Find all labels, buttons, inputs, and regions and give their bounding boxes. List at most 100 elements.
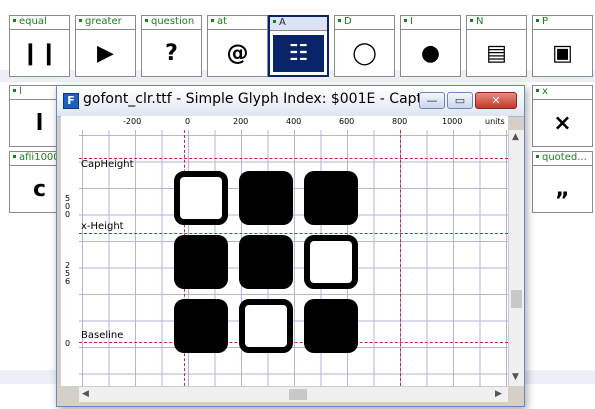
glyph-cell-greater[interactable]: greater ▶ <box>75 15 136 77</box>
book-icon: ▤ <box>486 40 507 66</box>
cell-name: greater <box>85 16 122 27</box>
ruler-units: units <box>485 117 505 126</box>
ruler-label: 600 <box>339 117 355 126</box>
ruler-label: 400 <box>286 117 302 126</box>
glyph-cell-label: P <box>533 16 592 30</box>
speech-bubble-icon: ◯ <box>352 40 377 66</box>
cell-marker-icon <box>470 18 473 22</box>
ruler-label: 2 <box>65 261 71 270</box>
cell-marker-icon <box>338 18 341 22</box>
cell-marker-icon <box>79 18 82 22</box>
globe-icon: ● <box>420 40 441 66</box>
glyph-cell-label: greater <box>76 16 135 30</box>
scroll-left-icon[interactable]: ◀ <box>82 389 89 399</box>
glyph-cell-quoted-[interactable]: quoted... „ <box>532 151 593 213</box>
window-title: gofont_clr.ttf - Simple Glyph Index: $00… <box>83 91 423 107</box>
scroll-thumb[interactable] <box>511 290 522 308</box>
ruler-label: 0 <box>65 210 71 219</box>
cell-marker-icon <box>13 154 16 158</box>
horizontal-scrollbar[interactable]: ◀ ▶ <box>79 386 508 402</box>
cell-name: P <box>542 16 549 27</box>
filled-square-contour[interactable] <box>304 299 358 353</box>
filled-square-contour[interactable] <box>174 235 228 289</box>
xheight-guide <box>79 233 508 234</box>
vertical-ruler: 5 0 0 2 5 6 0 <box>61 130 80 386</box>
ruler-label: 5 <box>65 269 71 278</box>
ruler-label: 0 <box>185 117 191 126</box>
question-icon: ? <box>165 40 178 66</box>
hollow-square-contour[interactable] <box>304 235 358 289</box>
scroll-up-icon[interactable]: ▲ <box>512 132 519 142</box>
glyph-cell-label: N <box>467 16 526 30</box>
hollow-square-contour[interactable] <box>174 171 228 225</box>
pause-icon: ❙❙ <box>21 40 58 66</box>
glyph-cell-label: equal <box>10 16 69 30</box>
glyph-window: F gofont_clr.ttf - Simple Glyph Index: $… <box>56 85 525 407</box>
cell-name: D <box>344 16 352 27</box>
xheight-label: x-Height <box>81 221 124 232</box>
filled-square-contour[interactable] <box>174 299 228 353</box>
ruler-label: 0 <box>65 202 71 211</box>
cell-marker-icon <box>211 18 214 22</box>
glyph-cell-i[interactable]: I ● <box>400 15 461 77</box>
advance-guide <box>400 130 401 386</box>
cell-marker-icon <box>404 18 407 22</box>
title-bar[interactable]: F gofont_clr.ttf - Simple Glyph Index: $… <box>57 86 524 117</box>
glyph-cell-p[interactable]: P ▣ <box>532 15 593 77</box>
grid-icon: ☷ <box>273 35 324 72</box>
image-icon: ▣ <box>552 40 573 66</box>
glyph-cell-a[interactable]: A ☷ <box>268 15 329 77</box>
glyph-cell-question[interactable]: question? <box>141 15 202 77</box>
minimize-button[interactable]: — <box>419 92 445 109</box>
maximize-button[interactable]: ▭ <box>447 92 473 109</box>
glyph-canvas[interactable]: CapHeight x-Height Baseline <box>79 130 508 386</box>
glyph-preview: „ <box>555 176 570 202</box>
cell-name: question <box>151 16 195 27</box>
ruler-label: 5 <box>65 194 71 203</box>
scroll-right-icon[interactable]: ▶ <box>495 389 502 399</box>
resize-grip[interactable] <box>508 386 523 401</box>
search-at-icon: @ <box>226 40 249 66</box>
ruler-label: 0 <box>65 339 71 348</box>
cell-marker-icon <box>536 154 539 158</box>
glyph-cell-label: question <box>142 16 201 30</box>
glyph-cell-label: at <box>208 16 267 30</box>
app-icon[interactable]: F <box>63 93 79 109</box>
cell-marker-icon <box>13 18 16 22</box>
baseline-label: Baseline <box>81 330 124 341</box>
horizontal-ruler: -200 0 200 400 600 800 1000 units <box>61 116 508 131</box>
close-button[interactable]: ✕ <box>475 92 517 109</box>
cell-marker-icon <box>273 19 276 23</box>
scroll-thumb[interactable] <box>289 389 307 400</box>
hollow-square-contour[interactable] <box>239 299 293 353</box>
filled-square-contour[interactable] <box>239 171 293 225</box>
filled-square-contour[interactable] <box>304 171 358 225</box>
scroll-down-icon[interactable]: ▼ <box>512 372 519 382</box>
glyph-preview: × <box>553 110 572 136</box>
capheight-label: CapHeight <box>81 159 134 170</box>
cell-name: equal <box>19 16 47 27</box>
cell-name: at <box>217 16 228 27</box>
glyph-cell-d[interactable]: D ◯ <box>334 15 395 77</box>
glyph-cell-equal[interactable]: equal ❙❙ <box>9 15 70 77</box>
baseline-guide <box>79 342 508 343</box>
cell-name: I <box>410 16 413 27</box>
cell-marker-icon <box>536 88 539 92</box>
ruler-label: 800 <box>392 117 408 126</box>
filled-square-contour[interactable] <box>239 235 293 289</box>
glyph-cell-at[interactable]: at @ <box>207 15 268 77</box>
ruler-label: 6 <box>65 277 71 286</box>
glyph-cell-n[interactable]: N ▤ <box>466 15 527 77</box>
cell-name: N <box>476 16 484 27</box>
cell-marker-icon <box>536 18 539 22</box>
glyph-cell-x[interactable]: x × <box>532 85 593 147</box>
glyph-cell-label: x <box>533 86 592 100</box>
glyph-cell-label: quoted... <box>533 152 592 166</box>
cell-marker-icon <box>145 18 148 22</box>
ruler-label: -200 <box>123 117 142 126</box>
vertical-scrollbar[interactable]: ▲ ▼ <box>508 130 524 386</box>
capheight-guide <box>79 158 508 159</box>
glyph-cell-label: I <box>401 16 460 30</box>
cell-name: afii1000 <box>19 152 60 163</box>
glyph-cell-label: A <box>270 17 327 31</box>
